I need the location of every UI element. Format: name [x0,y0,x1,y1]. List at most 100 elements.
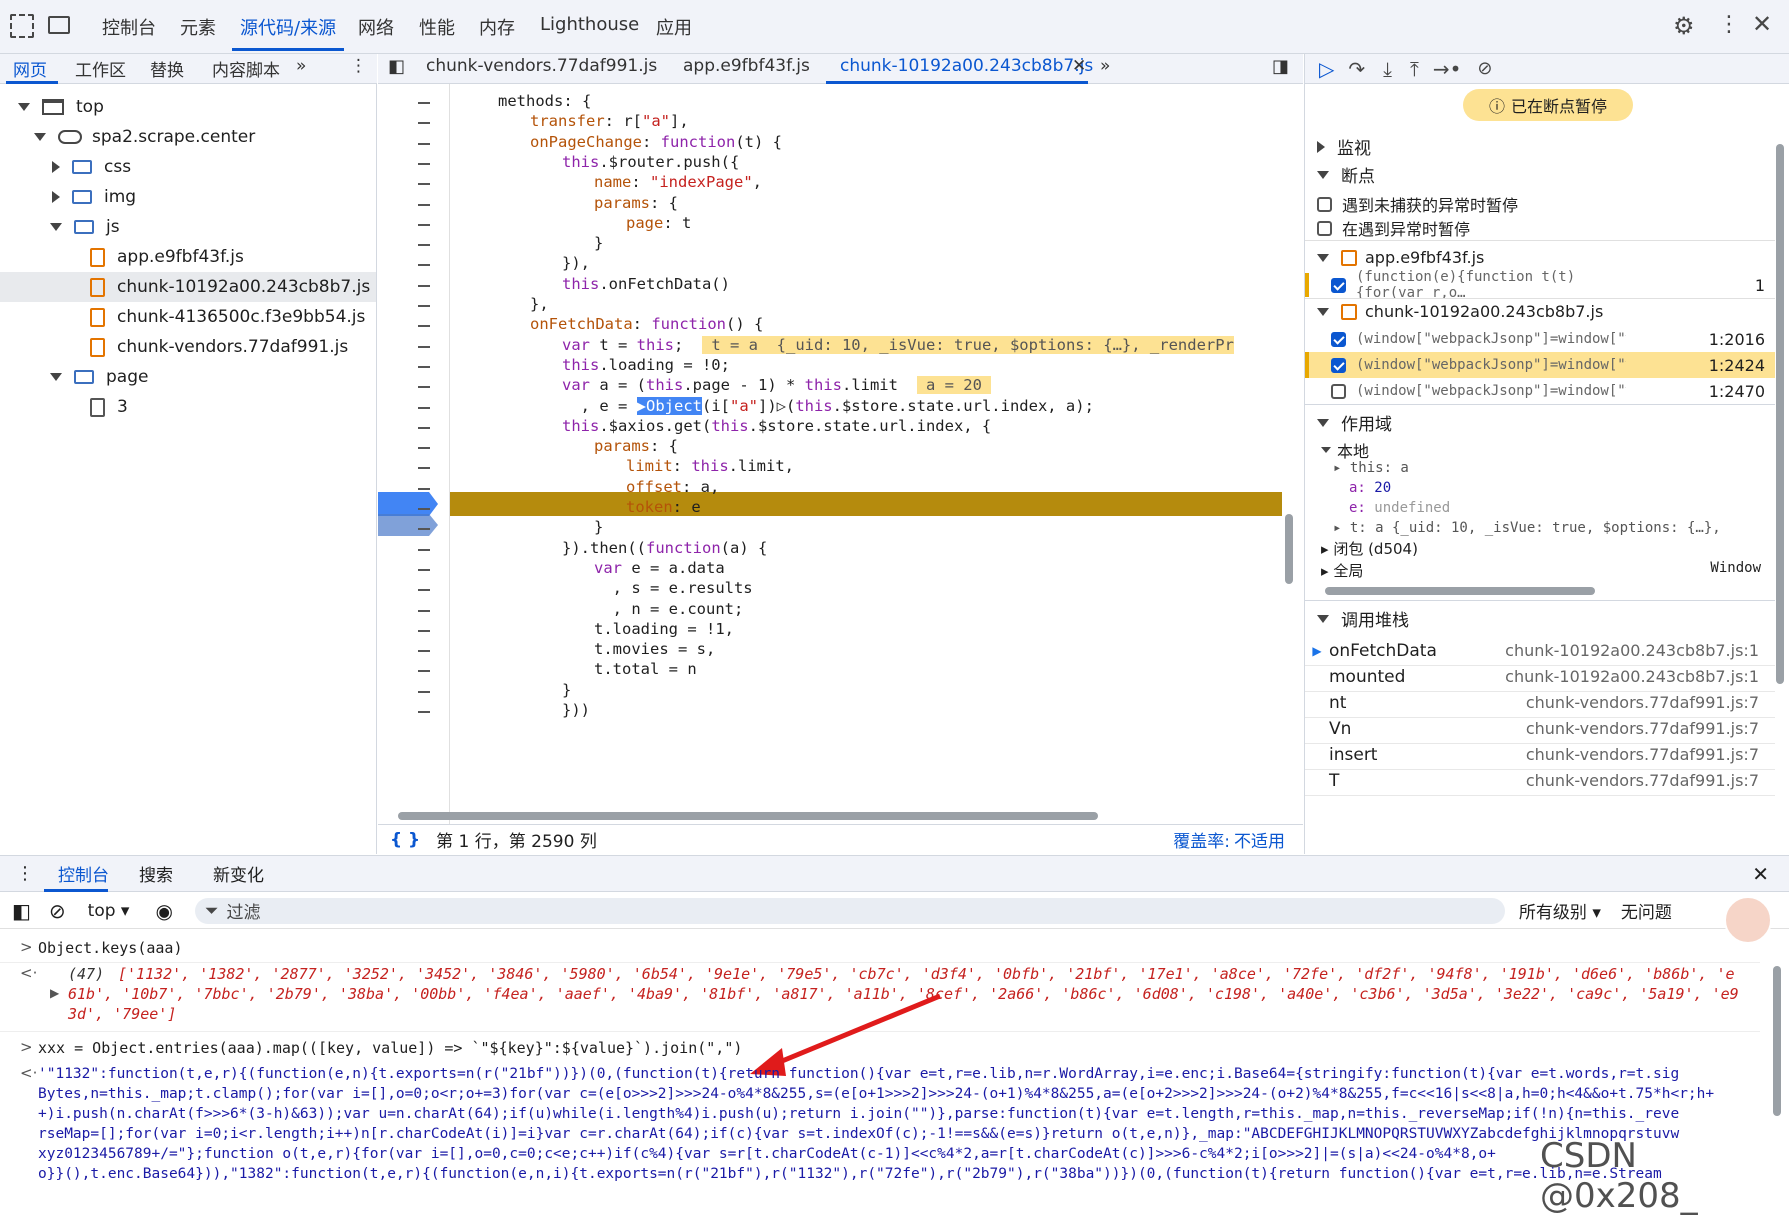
close-tab-icon[interactable]: ✕ [1072,56,1086,76]
scope-t[interactable]: ▸ t: a {_uid: 10, _isVue: true, $options… [1333,520,1721,536]
code-line: this.$router.push({ [562,152,740,171]
checkbox[interactable] [1317,220,1332,236]
more-tabs-icon[interactable]: » [296,56,306,76]
scope-closure[interactable]: ▸ 闭包 (d504) [1321,538,1418,559]
tab-workspace[interactable]: 工作区 [75,56,126,81]
drawer-tab-console[interactable]: 控制台 [58,861,109,886]
step-out-icon[interactable]: ⤒ [1410,57,1419,81]
more-options-icon[interactable]: ⋮ [350,56,367,76]
checkbox[interactable] [1331,331,1346,347]
scope-local[interactable]: 本地 [1321,438,1369,462]
deactivate-breakpoints-icon[interactable]: ⊘ [1477,58,1492,79]
scope-global[interactable]: ▸ 全局 Window [1321,560,1761,581]
callstack-section[interactable]: 调用堆栈 [1317,606,1409,631]
bp-item[interactable]: (window["webpackJsonp"]=window["web… 1:24… [1305,378,1775,404]
drawer-tab-changes[interactable]: 新变化 [213,861,264,886]
eye-icon[interactable]: ◉ [155,899,172,923]
console-output-count[interactable]: (47) [68,964,104,984]
bp-code: (function(e){function t(t){for(var r,o… [1356,269,1576,301]
tree-item-file[interactable]: chunk-vendors.77daf991.js [90,332,348,362]
tree-item-file[interactable]: chunk-4136500c.f3e9bb54.js [90,302,365,332]
tree-item-file-selected[interactable]: chunk-10192a00.243cb8b7.js [0,272,376,302]
tree-label: 3 [117,397,128,417]
tab-network[interactable]: 网络 [358,14,394,40]
resume-icon[interactable]: ▷ [1319,57,1334,81]
tree-item-js[interactable]: js [50,212,120,242]
tree-item-img[interactable]: img [52,182,136,212]
checkbox[interactable] [1317,196,1332,212]
tree-item-top[interactable]: top [18,92,104,122]
checkbox[interactable] [1331,383,1346,399]
step-into-icon[interactable]: ⤓ [1383,57,1392,81]
toggle-navigator-icon[interactable]: ◧ [388,56,405,77]
line-gutter[interactable] [378,84,450,844]
tab-sources[interactable]: 源代码/来源 [240,14,336,40]
sidebar-scrollbar[interactable] [1773,84,1787,854]
checkbox[interactable] [1331,277,1346,293]
scope-this[interactable]: ▸ this: a [1333,460,1409,476]
breakpoints-section[interactable]: 断点 [1317,162,1375,187]
checkbox[interactable] [1331,357,1346,373]
vertical-scrollbar[interactable] [1284,84,1296,844]
code-line: t.movies = s, [594,640,716,659]
drawer-menu-icon[interactable]: ⋮ [16,863,34,884]
scope-scrollbar[interactable] [1311,584,1771,598]
tree-item-domain[interactable]: spa2.scrape.center [34,122,255,152]
close-icon[interactable]: ✕ [1752,10,1772,38]
scope-section[interactable]: 作用域 [1317,410,1392,435]
editor-tab[interactable]: chunk-vendors.77daf991.js [426,56,657,76]
drawer-tab-search[interactable]: 搜索 [139,861,173,886]
pause-uncaught-option[interactable]: 遇到未捕获的异常时暂停 [1317,192,1518,216]
tab-performance[interactable]: 性能 [419,14,455,40]
issues-counter[interactable]: 无问题 [1621,898,1672,923]
horizontal-scrollbar[interactable] [398,810,1288,822]
bp-item[interactable]: (window["webpackJsonp"]=window["web… 1:20… [1305,326,1775,352]
tree-item-page[interactable]: page [50,362,148,392]
console-scrollbar[interactable] [1770,936,1784,1186]
tab-memory[interactable]: 内存 [479,14,515,40]
more-options-icon[interactable]: ⋮ [1718,12,1740,37]
tab-lighthouse[interactable]: Lighthouse [540,14,639,35]
tab-content-scripts[interactable]: 内容脚本 [212,56,280,81]
tab-application[interactable]: 应用 [656,14,692,40]
bp-item[interactable]: (function(e){function t(t){for(var r,o… 1 [1305,269,1775,301]
tree-item-page-3[interactable]: 3 [90,392,128,422]
tree-label: chunk-vendors.77daf991.js [117,337,349,357]
editor-tab-active[interactable]: chunk-10192a00.243cb8b7.js [840,56,1093,76]
close-drawer-icon[interactable]: ✕ [1752,862,1769,886]
file-icon [1341,249,1357,266]
breakpoint-marker[interactable] [378,492,438,516]
code-line: methods: { [498,92,592,110]
log-levels-dropdown[interactable]: 所有级别 ▾ [1519,898,1601,923]
tab-console[interactable]: 控制台 [102,14,156,40]
current-frame-icon: ▶ [1312,643,1322,658]
coverage-value[interactable]: 不适用 [1234,827,1285,852]
step-icon[interactable]: →• [1433,57,1462,81]
context-select[interactable]: top ▾ [88,901,130,921]
toggle-debugger-icon[interactable]: ◨ [1272,56,1289,77]
tab-elements[interactable]: 元素 [180,14,216,40]
pause-caught-option[interactable]: 在遇到异常时暂停 [1317,216,1470,240]
step-over-icon[interactable]: ↷ [1348,57,1365,81]
editor-tab[interactable]: app.e9fbf43f.js [683,56,810,76]
source-editor: ◧ chunk-vendors.77daf991.js app.e9fbf43f… [378,54,1303,854]
inspect-element-icon[interactable] [10,14,34,38]
pretty-print-icon[interactable]: { } [390,830,420,850]
gear-icon[interactable]: ⚙ [1673,12,1695,40]
tab-overrides[interactable]: 替换 [150,56,184,81]
tree-item-css[interactable]: css [52,152,131,182]
more-tabs-icon[interactable]: » [1100,56,1110,76]
clear-console-icon[interactable]: ⊘ [49,899,66,923]
breakpoint-marker[interactable] [378,514,438,536]
device-toolbar-icon[interactable] [48,16,70,34]
bp-item-active[interactable]: (window["webpackJsonp"]=window["web… 1:24… [1305,352,1775,378]
bp-file-group[interactable]: chunk-10192a00.243cb8b7.js [1317,302,1603,321]
bp-file-group[interactable]: app.e9fbf43f.js [1317,248,1484,267]
sidebar-toggle-icon[interactable]: ◧ [12,899,31,923]
watch-section[interactable]: 监视 [1317,134,1371,159]
tree-item-file[interactable]: app.e9fbf43f.js [90,242,244,272]
tab-page[interactable]: 网页 [13,56,47,81]
filter-input[interactable]: ⏷ 过滤 [194,897,1505,924]
expand-arrow-icon[interactable]: ▶ [50,986,59,1000]
callstack-frame[interactable]: Tchunk-vendors.77daf991.js:7 [1305,766,1775,796]
